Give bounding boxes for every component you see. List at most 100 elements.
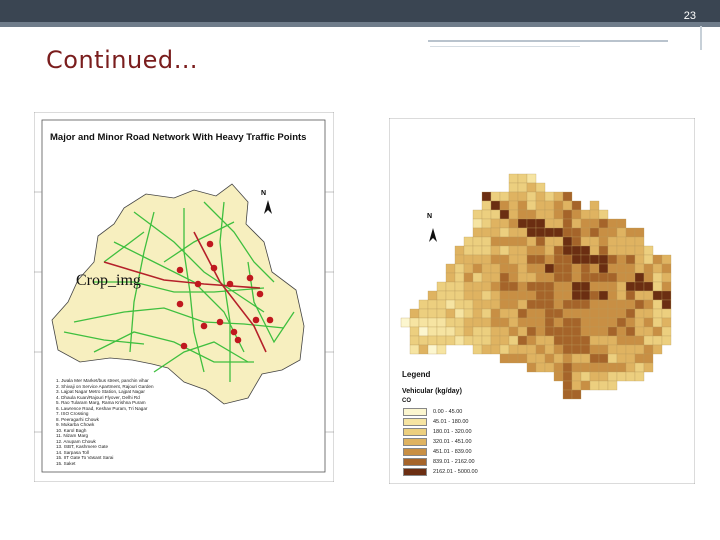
- header-vertical-rule: [700, 26, 702, 50]
- grid-cell: [607, 353, 618, 364]
- grid-cell: [427, 317, 438, 328]
- grid-cell: [427, 308, 438, 319]
- grid-cell: [553, 245, 564, 256]
- grid-cell: [481, 245, 492, 256]
- grid-cell: [580, 236, 591, 247]
- grid-cell: [526, 236, 537, 247]
- grid-cell: [517, 326, 528, 337]
- grid-cell: [589, 344, 600, 355]
- grid-cell: [472, 335, 483, 346]
- grid-cell: [418, 317, 429, 328]
- grid-cell: [553, 326, 564, 337]
- slide-top-accent: [0, 22, 720, 27]
- grid-cell: [580, 344, 591, 355]
- grid-cell: [607, 272, 618, 283]
- grid-cell: [616, 227, 627, 238]
- grid-cell: [598, 236, 609, 247]
- grid-cell: [652, 272, 663, 283]
- grid-cell: [562, 389, 573, 400]
- grid-cell: [499, 353, 510, 364]
- grid-cell: [526, 317, 537, 328]
- grid-cell: [481, 263, 492, 274]
- grid-cell: [625, 254, 636, 265]
- grid-cell: [472, 227, 483, 238]
- grid-cell: [580, 299, 591, 310]
- road-map-title: Major and Minor Road Network With Heavy …: [50, 132, 307, 143]
- grid-cell: [562, 290, 573, 301]
- grid-cell: [589, 299, 600, 310]
- grid-cell: [643, 344, 654, 355]
- grid-cell: [598, 209, 609, 220]
- grid-cell: [463, 308, 474, 319]
- grid-cell: [499, 200, 510, 211]
- grid-cell: [418, 326, 429, 337]
- grid-cell: [472, 272, 483, 283]
- grid-cell: [580, 218, 591, 229]
- grid-cell: [571, 218, 582, 229]
- grid-cell: [490, 227, 501, 238]
- grid-cell: [616, 245, 627, 256]
- grid-cell: [571, 389, 582, 400]
- grid-cell: [436, 335, 447, 346]
- grid-cell: [616, 299, 627, 310]
- grid-cell: [508, 236, 519, 247]
- grid-cell: [625, 245, 636, 256]
- legend-item: 15. Saket: [56, 460, 76, 466]
- class-swatch: [403, 407, 427, 416]
- grid-cell: [625, 353, 636, 364]
- grid-cell: [562, 353, 573, 364]
- grid-cell: [562, 200, 573, 211]
- grid-cell: [499, 290, 510, 301]
- grid-cell: [535, 218, 546, 229]
- legend-class-row: 839.01 - 2162.00: [403, 457, 475, 466]
- grid-cell: [508, 308, 519, 319]
- grid-cell: [634, 263, 645, 274]
- grid-cell: [589, 272, 600, 283]
- grid-cell: [598, 227, 609, 238]
- grid-cell: [481, 254, 492, 265]
- grid-cell: [427, 290, 438, 301]
- grid-cell: [553, 317, 564, 328]
- grid-cell: [526, 362, 537, 373]
- grid-cell: [526, 191, 537, 202]
- grid-cell: [625, 299, 636, 310]
- crop-label: Crop_img: [76, 272, 141, 289]
- grid-cell: [544, 218, 555, 229]
- grid-cell: [517, 281, 528, 292]
- grid-cell: [598, 254, 609, 265]
- grid-cell: [481, 290, 492, 301]
- grid-cell: [616, 308, 627, 319]
- grid-cell: [571, 200, 582, 211]
- grid-cell: [544, 353, 555, 364]
- grid-cell: [553, 236, 564, 247]
- class-range: 0.00 - 45.00: [433, 408, 463, 415]
- grid-cell: [652, 317, 663, 328]
- grid-cell: [562, 272, 573, 283]
- grid-cell: [535, 272, 546, 283]
- grid-cell: [508, 263, 519, 274]
- grid-cell: [445, 290, 456, 301]
- grid-cell: [643, 299, 654, 310]
- grid-cell: [571, 362, 582, 373]
- grid-cell: [526, 299, 537, 310]
- grid-cell: [571, 209, 582, 220]
- grid-cell: [436, 299, 447, 310]
- grid-cell: [526, 200, 537, 211]
- grid-cell: [634, 335, 645, 346]
- grid-cell: [616, 353, 627, 364]
- grid-cell: [643, 335, 654, 346]
- grid-cell: [472, 308, 483, 319]
- grid-cell: [517, 344, 528, 355]
- grid-cell: [562, 335, 573, 346]
- grid-cell: [607, 371, 618, 382]
- north-label-right: N: [427, 213, 433, 220]
- grid-cell: [634, 236, 645, 247]
- grid-cell: [481, 344, 492, 355]
- grid-cell: [634, 326, 645, 337]
- grid-cell: [580, 326, 591, 337]
- grid-cell: [661, 335, 672, 346]
- grid-cell: [661, 272, 672, 283]
- grid-cell: [589, 317, 600, 328]
- grid-cell: [508, 173, 519, 184]
- grid-cell: [490, 308, 501, 319]
